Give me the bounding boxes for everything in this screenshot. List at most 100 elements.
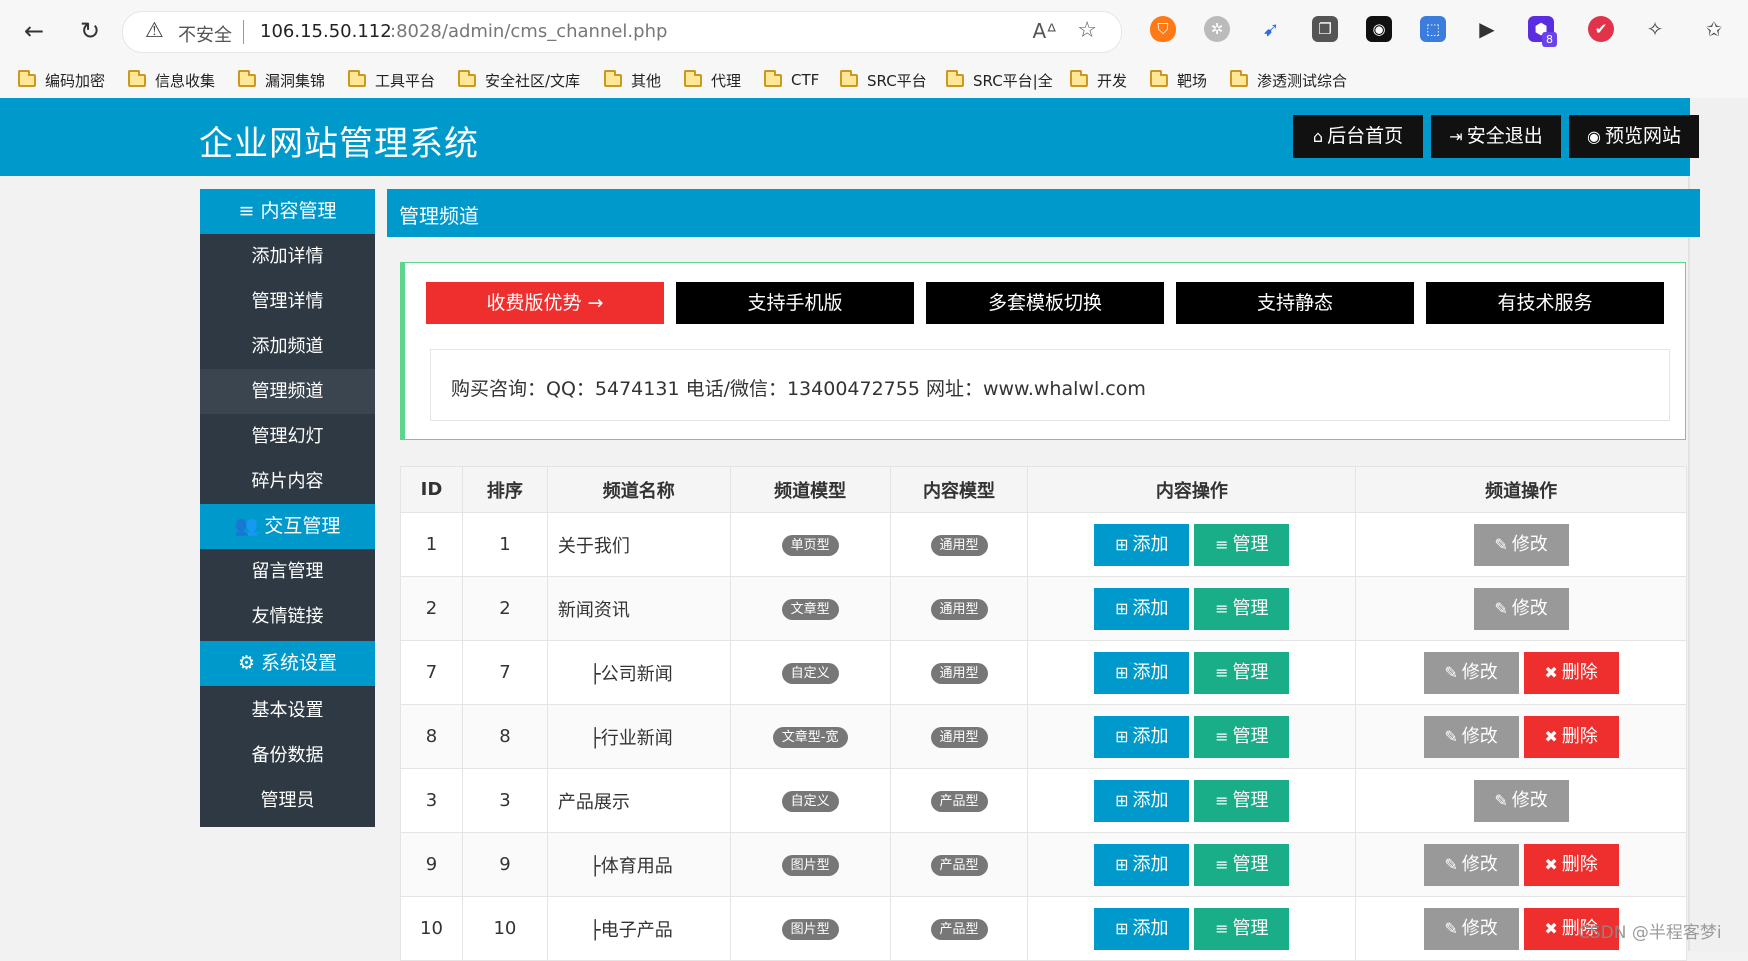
cell-id: 2 [400,576,463,641]
table-row: 8 8 ├行业新闻 文章型-宽 通用型 ⊞ 添加 ≡ 管理 ✎ 修改 ✖ 删除 [400,704,1687,769]
sidebar-item-fragments[interactable]: 碎片内容 [200,459,375,504]
bookmark-folder[interactable]: CTF [764,69,819,91]
manage-content-button[interactable]: ≡ 管理 [1194,651,1290,694]
edit-icon: ✎ [1444,918,1458,938]
cell-content-model: 通用型 [889,704,1029,769]
bookmark-folder[interactable]: 其他 [604,69,661,91]
sidebar-item-admins[interactable]: 管理员 [200,778,375,823]
reload-icon[interactable]: ↻ [73,14,107,48]
cell-order: 1 [461,512,548,577]
cell-channel-actions: ✎ 修改 [1355,512,1687,577]
add-favorite-icon[interactable]: ☆ [1077,18,1097,43]
delete-channel-button[interactable]: ✖ 删除 [1523,651,1619,694]
templates-button[interactable]: 多套模板切换 [926,282,1164,324]
bookmark-folder[interactable]: SRC平台|全 [946,69,1053,91]
folder-icon [1150,69,1168,87]
delete-channel-button[interactable]: ✖ 删除 [1523,715,1619,758]
list-icon: ≡ [1215,662,1229,682]
bookmark-folder[interactable]: 漏洞集锦 [238,69,325,91]
manage-content-button[interactable]: ≡ 管理 [1194,779,1290,822]
table-row: 9 9 ├体育用品 图片型 产品型 ⊞ 添加 ≡ 管理 ✎ 修改 ✖ 删除 [400,832,1687,897]
add-content-button[interactable]: ⊞ 添加 [1094,779,1190,822]
logout-button[interactable]: ⇥ 安全退出 [1431,115,1561,158]
sidebar-item-manage-detail[interactable]: 管理详情 [200,279,375,324]
edit-icon: ✎ [1444,662,1458,682]
channel-name: ├电子产品 [589,919,673,941]
sidebar-item-backup[interactable]: 备份数据 [200,733,375,778]
sidebar-section-content[interactable]: ≡ 内容管理 [200,189,375,234]
manage-content-button[interactable]: ≡ 管理 [1194,843,1290,886]
pocket-icon[interactable]: ✔ [1588,16,1614,42]
edit-channel-button[interactable]: ✎ 修改 [1473,779,1569,822]
address-bar[interactable]: ⚠ 不安全 106.15.50.112 :8028/admin/cms_chan… [122,11,1122,53]
paid-version-button[interactable]: 收费版优势 → [426,282,664,324]
add-content-button[interactable]: ⊞ 添加 [1094,907,1190,950]
edit-channel-button[interactable]: ✎ 修改 [1423,907,1519,950]
cell-channel-model: 图片型 [729,832,891,897]
sidebar-section-interaction[interactable]: 👥 交互管理 [200,504,375,549]
sidebar-item-manage-channel[interactable]: 管理频道 [200,369,375,414]
eye-icon: ◉ [1587,127,1601,146]
bookmark-folder[interactable]: 信息收集 [128,69,215,91]
plus-square-icon: ⊞ [1115,726,1129,746]
bookmark-folder[interactable]: 安全社区/文库 [458,69,580,91]
preview-site-button[interactable]: ◉ 预览网站 [1569,115,1699,158]
edit-channel-button[interactable]: ✎ 修改 [1473,523,1569,566]
manage-content-button[interactable]: ≡ 管理 [1194,715,1290,758]
sidebar-item-messages[interactable]: 留言管理 [200,549,375,594]
close-icon: ✖ [1544,662,1558,682]
cell-content-actions: ⊞ 添加 ≡ 管理 [1027,832,1357,897]
edit-channel-button[interactable]: ✎ 修改 [1473,587,1569,630]
back-arrow-icon[interactable]: ← [17,14,51,48]
add-content-button[interactable]: ⊞ 添加 [1094,523,1190,566]
sidebar-item-links[interactable]: 友情链接 [200,594,375,639]
extensions-puzzle-icon[interactable]: ✧ [1642,16,1668,42]
extension-play-icon[interactable]: ▶ [1474,16,1500,42]
bookmark-folder[interactable]: 代理 [684,69,741,91]
browser-toolbar: ← ↻ ⚠ 不安全 106.15.50.112 :8028/admin/cms_… [0,0,1748,62]
bookmark-folder[interactable]: SRC平台 [840,69,927,91]
edit-icon: ✎ [1444,854,1458,874]
sidebar-item-add-channel[interactable]: 添加频道 [200,324,375,369]
bookmark-folder[interactable]: 渗透测试综合 [1230,69,1347,91]
admin-home-button[interactable]: ⌂ 后台首页 [1293,115,1423,158]
sidebar-item-manage-slides[interactable]: 管理幻灯 [200,414,375,459]
bookmark-folder[interactable]: 靶场 [1150,69,1207,91]
bookmark-folder[interactable]: 编码加密 [18,69,105,91]
bookmark-folder[interactable]: 开发 [1070,69,1127,91]
edit-channel-button[interactable]: ✎ 修改 [1423,843,1519,886]
folder-icon [18,69,36,87]
manage-content-button[interactable]: ≡ 管理 [1194,523,1290,566]
tech-service-button[interactable]: 有技术服务 [1426,282,1664,324]
add-content-button[interactable]: ⊞ 添加 [1094,843,1190,886]
cell-content-actions: ⊞ 添加 ≡ 管理 [1027,512,1357,577]
table-header-row: ID 排序 频道名称 频道模型 内容模型 内容操作 频道操作 [400,466,1687,513]
extension-gear-icon[interactable]: ✲ [1204,16,1230,42]
read-aloud-icon[interactable]: Aᐞ [1032,19,1057,43]
favorites-icon[interactable]: ✩ [1701,16,1727,42]
extension-arrow-icon[interactable]: ➹ [1258,16,1284,42]
add-content-button[interactable]: ⊞ 添加 [1094,651,1190,694]
extension-game-icon[interactable]: ◉ [1366,16,1392,42]
brave-shield-icon[interactable]: ⛉ [1150,16,1176,42]
add-content-button[interactable]: ⊞ 添加 [1094,587,1190,630]
sidebar-item-add-detail[interactable]: 添加详情 [200,234,375,279]
mobile-support-button[interactable]: 支持手机版 [676,282,914,324]
edit-channel-button[interactable]: ✎ 修改 [1423,651,1519,694]
manage-content-button[interactable]: ≡ 管理 [1194,907,1290,950]
sidebar-item-basic-settings[interactable]: 基本设置 [200,688,375,733]
extension-pages-icon[interactable]: ❐ [1312,16,1338,42]
manage-content-button[interactable]: ≡ 管理 [1194,587,1290,630]
extension-user-icon[interactable]: ⬚ [1420,16,1446,42]
delete-channel-button[interactable]: ✖ 删除 [1523,843,1619,886]
sidebar-section-settings[interactable]: ⚙ 系统设置 [200,641,375,686]
add-content-button[interactable]: ⊞ 添加 [1094,715,1190,758]
channel-model-badge: 图片型 [781,919,839,940]
menu-list-icon: ≡ [238,200,261,222]
edit-channel-button[interactable]: ✎ 修改 [1423,715,1519,758]
bookmark-folder[interactable]: 工具平台 [348,69,435,91]
static-support-button[interactable]: 支持静态 [1176,282,1414,324]
table-row: 2 2 新闻资讯 文章型 通用型 ⊞ 添加 ≡ 管理 ✎ 修改 [400,576,1687,641]
folder-icon [348,69,366,87]
sidebar: ≡ 内容管理 添加详情 管理详情 添加频道 管理频道 管理幻灯 碎片内容 👥 交… [200,189,375,827]
